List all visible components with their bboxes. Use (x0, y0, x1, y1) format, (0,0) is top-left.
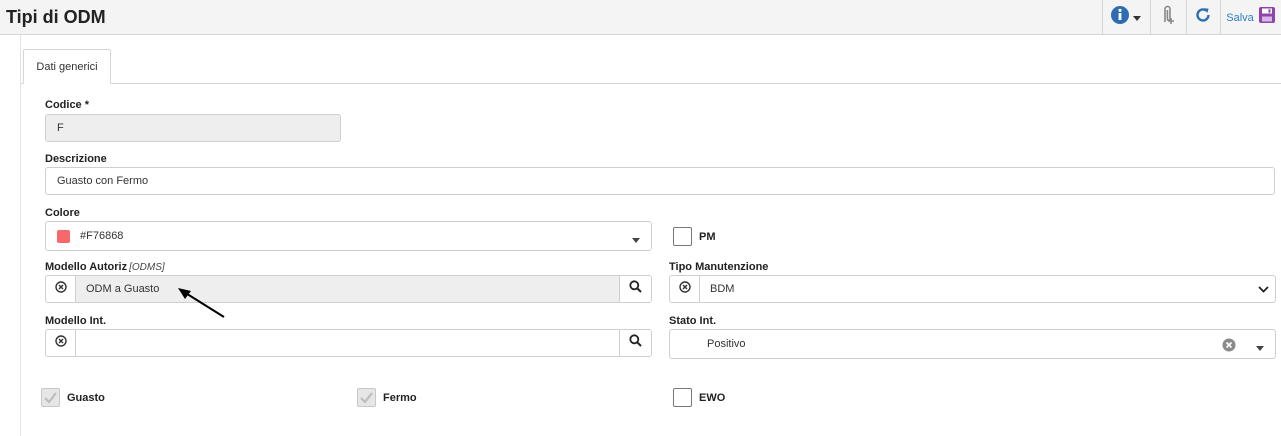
caret-down-icon (1256, 342, 1264, 354)
modello-int-field[interactable] (76, 330, 619, 356)
pm-checkbox[interactable] (673, 227, 692, 246)
save-button[interactable]: Salva (1221, 0, 1281, 35)
clear-circle-icon (54, 334, 67, 352)
color-swatch (57, 229, 70, 243)
title-bar: Tipi di ODM Salva (0, 0, 1281, 35)
colore-value: #F76868 (80, 230, 124, 242)
codice-label: Codice * (45, 99, 89, 111)
clear-button[interactable] (670, 276, 700, 302)
page-title: Tipi di ODM (6, 7, 106, 27)
ewo-label: EWO (699, 392, 726, 404)
colore-label: Colore (45, 207, 80, 219)
tab-dati-generici[interactable]: Dati generici (23, 49, 111, 84)
tipo-manutenzione-select[interactable]: BDM (700, 276, 1251, 302)
refresh-button[interactable] (1187, 0, 1219, 35)
codice-field[interactable]: F (45, 114, 341, 142)
search-button[interactable] (619, 276, 651, 302)
clear-circle-icon (678, 280, 691, 298)
search-icon (629, 334, 642, 352)
info-icon (1110, 5, 1130, 30)
caret-down-icon (632, 234, 640, 246)
attachment-icon (1158, 4, 1178, 31)
clear-circle-icon (54, 280, 67, 298)
search-icon (629, 280, 642, 298)
checkmark-icon (360, 392, 373, 404)
info-dropdown-button[interactable] (1103, 0, 1148, 35)
descrizione-field[interactable]: Guasto con Fermo (45, 167, 1275, 195)
modello-autoriz-group: ODM a Guasto (45, 275, 652, 303)
stato-int-value: Positivo (707, 338, 746, 350)
caret-down-icon (1133, 9, 1141, 27)
modello-autoriz-field[interactable]: ODM a Guasto (76, 276, 619, 302)
modello-autoriz-hint: [ODMS] (129, 262, 165, 273)
fermo-checkbox[interactable] (357, 388, 376, 407)
tipo-manutenzione-group: BDM (669, 275, 1276, 303)
guasto-checkbox[interactable] (41, 388, 60, 407)
modello-int-label: Modello Int. (45, 315, 107, 327)
modello-int-group (45, 329, 652, 357)
attachment-button[interactable] (1151, 0, 1185, 35)
tipo-manutenzione-label: Tipo Manutenzione (669, 261, 769, 273)
required-mark: * (84, 99, 89, 111)
clear-x-icon[interactable] (1222, 338, 1236, 355)
stato-int-label: Stato Int. (669, 315, 717, 327)
refresh-icon (1194, 6, 1212, 29)
fermo-label: Fermo (383, 392, 417, 404)
save-icon (1258, 6, 1276, 29)
stato-int-select[interactable]: Positivo (669, 329, 1276, 359)
pm-label: PM (699, 231, 716, 243)
ewo-checkbox[interactable] (673, 388, 692, 407)
descrizione-label: Descrizione (45, 153, 107, 165)
modello-autoriz-label: Modello Autoriz [ODMS] (45, 261, 165, 273)
search-button[interactable] (619, 330, 651, 356)
checkmark-icon (44, 392, 57, 404)
tab-underline (21, 83, 1281, 84)
chevron-down-icon (1251, 276, 1275, 302)
colore-select[interactable]: #F76868 (45, 221, 652, 251)
clear-button[interactable] (46, 276, 76, 302)
guasto-label: Guasto (67, 392, 105, 404)
form-panel: Dati generici Codice * F Descrizione Guas… (20, 35, 1281, 436)
annotation-arrow-icon (178, 288, 225, 318)
clear-button[interactable] (46, 330, 76, 356)
save-label: Salva (1226, 11, 1254, 24)
